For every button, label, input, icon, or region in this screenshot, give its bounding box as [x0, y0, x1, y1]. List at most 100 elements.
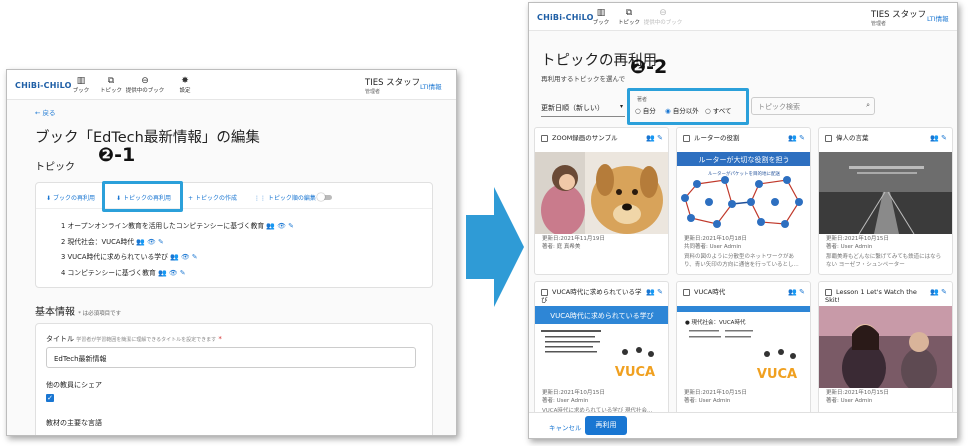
gear-icon: ✸ [181, 76, 189, 86]
select-checkbox[interactable] [825, 288, 832, 296]
lti-info-link[interactable]: LTI情報 [420, 81, 442, 91]
edit-icon[interactable]: ✎ [657, 134, 663, 142]
download-icon: ⬇ [46, 195, 52, 202]
router-slide-subtitle: ルーターがパケットを目的地に配送 [708, 170, 780, 177]
order-toggle[interactable] [317, 193, 332, 201]
back-link[interactable]: ← 戻る [35, 107, 56, 117]
edit-icon[interactable]: ✎ [799, 288, 805, 296]
slide-router-diagram: ルーターが大切な役割を担う ルーターがパケットを目的地に配送 [677, 152, 810, 234]
eye-icon[interactable]: 👁 [181, 253, 190, 261]
app-bar: CHiBi-CHiLO ▥ ブック ⧉ トピック ⊖ 提供中のブック ✸ 設定 TIES… [7, 70, 456, 100]
nav-settings[interactable]: ✸ 設定 [171, 76, 199, 94]
topic-card[interactable]: ZOOM録画のサンプル 👥 ✎ 更新日:2021年11月19日 著者: 庭 真希美 [534, 127, 669, 275]
topic-card: ⬇ ブックの再利用 ⬇ トピックの再利用 + トピックの作成 ⋮⋮ トピック順の… [35, 182, 433, 288]
step-marker-1: ❷-1 [98, 144, 136, 166]
topic-thumbnail: VUCA時代に求められている学び VUCA [535, 306, 668, 388]
title-label: タイトル 学習者が学習範囲を簡潔に理解できるタイトルを設定できます * [46, 335, 222, 343]
nav-topic[interactable]: ⧉ トピック [97, 76, 125, 94]
people-icon: 👥 [158, 268, 167, 277]
vuca-slide-heading: ● 現代社会：VUCA時代 [685, 318, 746, 326]
slide-vuca-learning: VUCA時代に求められている学び VUCA [535, 306, 668, 388]
slide-vuca-era: ● 現代社会：VUCA時代 VUCA [677, 306, 810, 388]
cancel-button[interactable]: キャンセル [549, 422, 582, 432]
people-icon: 👥 [646, 288, 655, 296]
edit-icon[interactable]: ✎ [799, 134, 805, 142]
topic-card[interactable]: ルーターの役割 👥 ✎ ルーターが大切な役割を担う ルーターがパケットを目的地に… [676, 127, 811, 275]
edit-icon[interactable]: ✎ [657, 288, 663, 296]
share-label: 他の教員にシェア [46, 381, 102, 389]
nav-book[interactable]: ▥ ブック [67, 76, 95, 94]
highlight-author-filter [627, 88, 749, 125]
topic-card[interactable]: 偉人の言葉 👥 ✎ 更新日:2021年10月15日 著者: User Admin 那… [818, 127, 953, 275]
topic-thumbnail: ルーターが大切な役割を担う ルーターがパケットを目的地に配送 [677, 152, 810, 234]
select-checkbox[interactable] [825, 134, 832, 142]
topic-list: 1 オープンオンライン教育を活用したコンピテンシーに基づく教育 👥 👁 ✎ 2 … [61, 219, 294, 281]
eye-icon[interactable]: 👁 [277, 222, 286, 230]
page-subtitle: 再利用するトピックを選んで [541, 75, 626, 83]
nav-topic[interactable]: ⧉ トピック [615, 8, 643, 26]
edit-icon[interactable]: ✎ [288, 222, 294, 230]
people-icon: 👥 [788, 134, 797, 142]
reuse-book-button[interactable]: ⬇ ブックの再利用 [46, 193, 95, 202]
people-icon: 👥 [136, 237, 145, 246]
people-icon: 👥 [170, 253, 179, 261]
app-logo[interactable]: CHiBi-CHiLO [537, 13, 594, 22]
edit-icon[interactable]: ✎ [941, 288, 947, 296]
link-icon: ⊖ [659, 8, 667, 18]
vuca-logo: VUCA [757, 367, 797, 382]
title-input[interactable]: EdTech最新情報 [46, 347, 416, 368]
topic-card[interactable]: VUCA時代 👥 ✎ ● 現代社会：VUCA時代 VUCA 更新日:2021年1… [676, 281, 811, 429]
share-checkbox[interactable]: ✓ [46, 394, 54, 402]
list-item[interactable]: 4 コンピテンシーに基づく教育 👥 👁 ✎ [61, 266, 294, 282]
select-checkbox[interactable] [683, 134, 690, 142]
select-checkbox[interactable] [541, 134, 548, 142]
reuse-button[interactable]: 再利用 [585, 416, 627, 435]
add-icon: + [188, 195, 194, 202]
list-item[interactable]: 3 VUCA時代に求められている学び 👥 👁 ✎ [61, 250, 294, 266]
link-icon: ⊖ [141, 76, 149, 86]
eye-icon[interactable]: 👁 [147, 238, 156, 246]
create-topic-button[interactable]: + トピックの作成 [188, 193, 237, 202]
language-label: 教材の主要な言語 [46, 419, 102, 427]
list-item[interactable]: 2 現代社会：VUCA時代 👥 👁 ✎ [61, 235, 294, 251]
select-checkbox[interactable] [541, 288, 548, 296]
lti-info-link[interactable]: LTI情報 [927, 13, 949, 23]
select-checkbox[interactable] [683, 288, 690, 296]
edit-icon[interactable]: ✎ [192, 253, 198, 261]
step-marker-2: ❷-2 [630, 56, 668, 78]
nav-book[interactable]: ▥ ブック [587, 8, 615, 26]
people-icon: 👥 [930, 288, 939, 296]
people-icon: 👥 [646, 134, 655, 142]
action-footer: キャンセル 再利用 [529, 412, 957, 438]
topic-icon: ⧉ [625, 8, 633, 18]
nav-provided-books[interactable]: ⊖ 提供中のブック [125, 76, 165, 94]
edit-icon[interactable]: ✎ [158, 238, 164, 246]
router-slide-title: ルーターが大切な役割を担う [699, 155, 790, 164]
book-icon: ▥ [596, 8, 606, 18]
photo-railway-monochrome [819, 152, 952, 234]
dropdown-arrow-icon: ▾ [619, 103, 623, 110]
user-menu[interactable]: TIES スタッフ 管理者 [365, 76, 420, 95]
edit-icon[interactable]: ✎ [180, 269, 186, 277]
search-icon[interactable]: ⌕ [866, 101, 870, 110]
app-bar: CHiBi-CHiLO ▥ ブック ⧉ トピック ⊖ 提供中のブック TIES スタッ… [529, 3, 957, 31]
nav-provided-books: ⊖ 提供中のブック [643, 8, 683, 26]
topic-search[interactable]: トピック検索 ⌕ [751, 97, 875, 115]
topic-icon: ⧉ [107, 76, 115, 86]
user-menu[interactable]: TIES スタッフ 管理者 [871, 8, 926, 27]
photo-child-and-dog [535, 152, 668, 234]
topic-card[interactable]: VUCA時代に求められている学び 👥 ✎ VUCA時代に求められている学び VU… [534, 281, 669, 429]
topic-card[interactable]: Lesson 1 Let's Watch the Skit! 👥 ✎ 更新日:2… [818, 281, 953, 429]
book-edit-screenshot: CHiBi-CHiLO ▥ ブック ⧉ トピック ⊖ 提供中のブック ✸ 設定 TIES… [6, 69, 457, 436]
edit-icon[interactable]: ✎ [941, 134, 947, 142]
app-logo[interactable]: CHiBi-CHiLO [15, 81, 72, 90]
vuca-logo: VUCA [615, 365, 655, 380]
topic-thumbnail [819, 152, 952, 234]
edit-topic-order-button[interactable]: ⋮⋮ トピック順の編集 [254, 193, 316, 202]
drag-handle-icon: ⋮⋮ [254, 195, 266, 202]
list-item[interactable]: 1 オープンオンライン教育を活用したコンピテンシーに基づく教育 👥 👁 ✎ [61, 219, 294, 235]
basic-info-heading: 基本情報 * は必須項目です [35, 307, 122, 318]
topic-reuse-screenshot: CHiBi-CHiLO ▥ ブック ⧉ トピック ⊖ 提供中のブック TIES スタッ… [528, 2, 958, 439]
eye-icon[interactable]: 👁 [169, 269, 178, 277]
sort-select[interactable]: 更新日順（新しい） ▾ [541, 97, 625, 117]
